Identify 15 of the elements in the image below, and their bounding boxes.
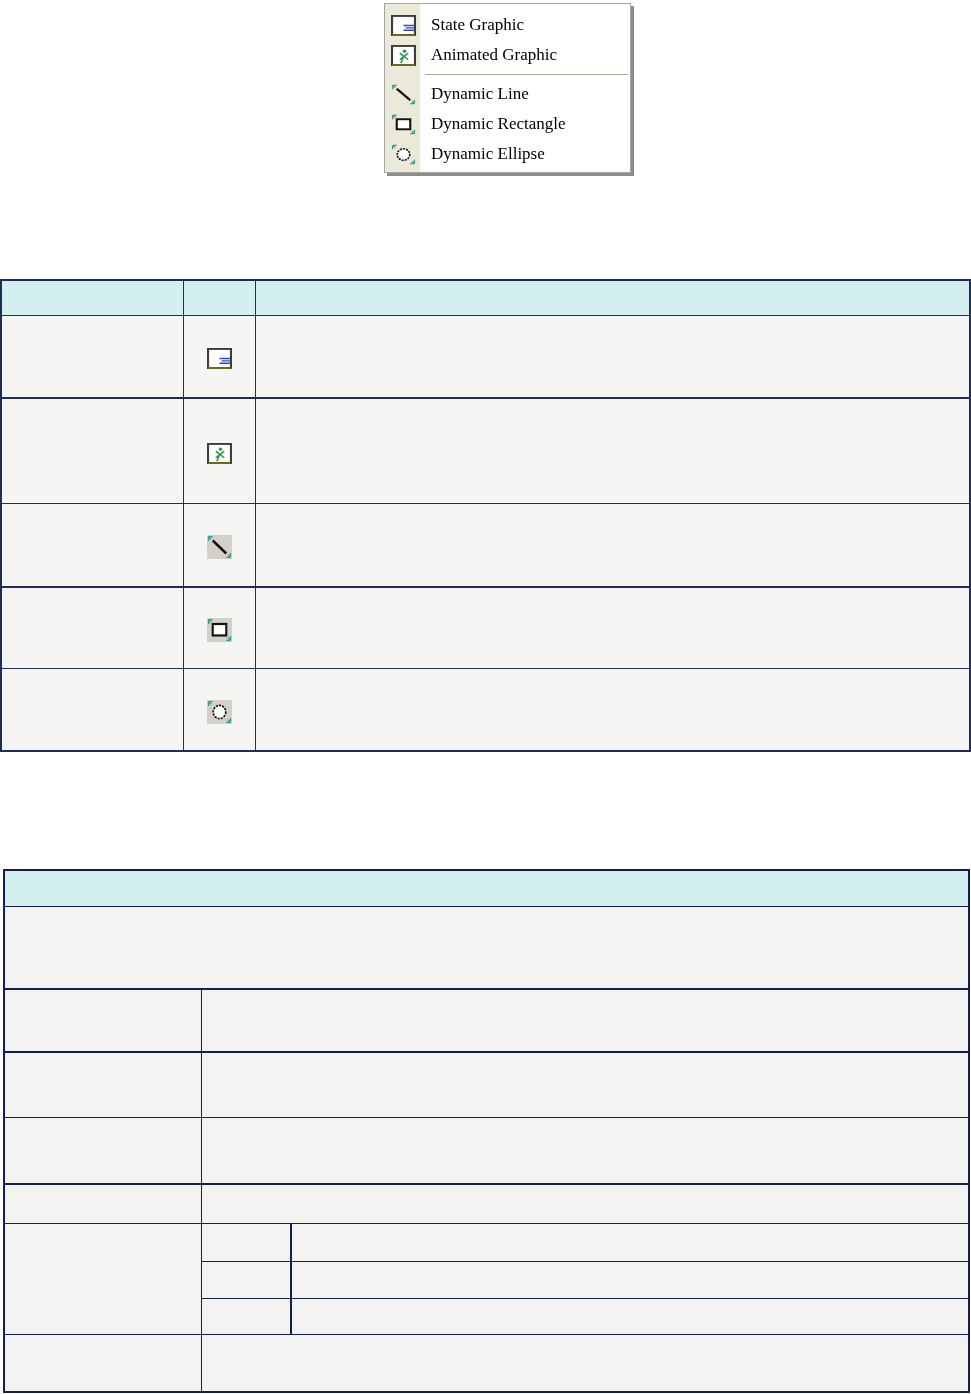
menu-item[interactable]: State Graphic — [385, 10, 630, 40]
diagonal-line-icon — [207, 535, 232, 559]
frame-figure-icon — [391, 44, 416, 66]
frame-lines-icon — [207, 348, 232, 369]
circle-icon — [207, 699, 232, 724]
rectangle-icon — [207, 618, 232, 642]
menu-item[interactable]: Dynamic Ellipse — [385, 139, 630, 169]
menu-item[interactable]: Dynamic Rectangle — [385, 109, 630, 139]
menu-item[interactable]: Animated Graphic — [385, 40, 630, 70]
diagonal-line-icon — [391, 83, 416, 105]
frame-figure-icon — [207, 442, 232, 464]
menu-item[interactable]: Dynamic Line — [385, 79, 630, 109]
rectangle-icon — [391, 113, 416, 135]
frame-lines-icon — [391, 14, 416, 36]
circle-icon — [391, 143, 416, 165]
